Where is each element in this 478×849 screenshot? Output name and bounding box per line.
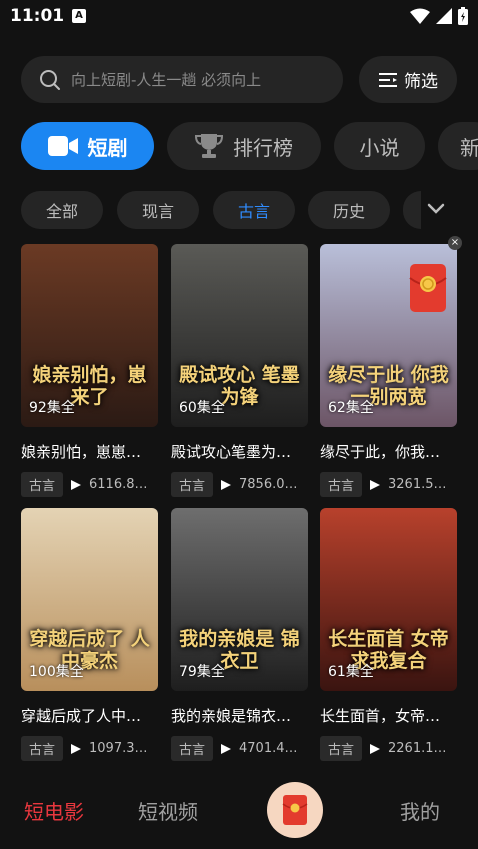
genre-chip-ancient[interactable]: 古言 (213, 191, 295, 229)
red-envelope-icon (282, 795, 308, 825)
tab-novel[interactable]: 小说 (334, 122, 425, 170)
drama-title[interactable]: 殿试攻心笔墨为… (171, 441, 308, 462)
nav-short-video[interactable]: 短视频 (138, 796, 198, 825)
drama-title[interactable]: 缘尽于此，你我… (320, 441, 457, 462)
ad-close-icon[interactable]: × (448, 236, 462, 250)
drama-poster[interactable]: 穿越后成了 人中豪杰 100集全 (21, 508, 158, 691)
view-count: 6116.8… (89, 477, 148, 492)
drama-poster[interactable]: 我的亲娘是 锦衣卫 79集全 (171, 508, 308, 691)
drama-card[interactable]: 穿越后成了 人中豪杰 100集全 穿越后成了人中… 古言 1097.3… (21, 508, 158, 761)
nav-mine[interactable]: 我的 (400, 796, 440, 825)
play-icon (221, 743, 232, 754)
drama-title[interactable]: 长生面首，女帝… (320, 705, 457, 726)
status-time: 11:01 (10, 6, 65, 26)
drama-title[interactable]: 我的亲娘是锦衣… (171, 705, 308, 726)
drama-meta: 古言 3261.5… (320, 472, 457, 497)
tab-label: 小说 (359, 135, 400, 160)
drama-meta: 古言 2261.1… (320, 736, 457, 761)
drama-meta: 古言 1097.3… (21, 736, 158, 761)
chevron-down-icon[interactable] (427, 203, 445, 215)
nav-red-envelope-button[interactable] (267, 782, 323, 838)
status-bar: 11:01 A (0, 0, 478, 34)
view-count: 7856.0… (239, 477, 298, 492)
filter-label: 筛选 (404, 72, 438, 92)
genre-tag: 古言 (21, 472, 64, 497)
episode-badge: 61集全 (328, 664, 374, 680)
genre-chip-all[interactable]: 全部 (21, 191, 103, 229)
battery-icon (458, 7, 468, 25)
trophy-icon (195, 134, 223, 158)
tab-label: 排行榜 (233, 135, 293, 160)
genre-chip-partial[interactable] (403, 191, 421, 229)
play-icon (370, 743, 381, 754)
view-count: 4701.4… (239, 741, 298, 756)
drama-card[interactable]: 我的亲娘是 锦衣卫 79集全 我的亲娘是锦衣… 古言 4701.4… (171, 508, 308, 761)
search-placeholder: 向上短剧-人生一趟 必须向上 (71, 71, 262, 89)
play-icon (221, 479, 232, 490)
red-envelope-ad-icon[interactable] (408, 262, 448, 314)
tab-short-drama[interactable]: 短剧 (21, 122, 154, 170)
genre-tag: 古言 (320, 736, 363, 761)
drama-card[interactable]: 殿试攻心 笔墨为锋 60集全 殿试攻心笔墨为… 古言 7856.0… (171, 244, 308, 497)
view-count: 3261.5… (388, 477, 447, 492)
search-icon (40, 69, 60, 90)
tab-new[interactable]: 新 (438, 122, 478, 170)
episode-badge: 62集全 (328, 400, 374, 416)
drama-title[interactable]: 穿越后成了人中… (21, 705, 158, 726)
filter-button[interactable]: 筛选 (359, 56, 457, 103)
episode-badge: 60集全 (179, 400, 225, 416)
genre-tag: 古言 (21, 736, 64, 761)
tab-label: 新 (460, 135, 478, 160)
wifi-icon (410, 8, 430, 24)
notification-a-icon: A (72, 9, 86, 23)
view-count: 1097.3… (89, 741, 148, 756)
genre-chip-history[interactable]: 历史 (308, 191, 390, 229)
drama-poster[interactable]: 娘亲别怕，崽来了 92集全 (21, 244, 158, 427)
search-bar[interactable]: 向上短剧-人生一趟 必须向上 (21, 56, 343, 103)
drama-meta: 古言 7856.0… (171, 472, 308, 497)
genre-tag: 古言 (171, 736, 214, 761)
view-count: 2261.1… (388, 741, 447, 756)
genre-label: 古言 (237, 202, 270, 221)
nav-short-film[interactable]: 短电影 (24, 796, 84, 825)
filter-icon (379, 72, 397, 87)
video-camera-icon (47, 136, 78, 156)
genre-label: 历史 (332, 202, 365, 221)
tab-label: 短剧 (87, 135, 128, 160)
genre-label: 全部 (45, 202, 78, 221)
signal-icon (436, 8, 452, 24)
drama-title[interactable]: 娘亲别怕，崽崽… (21, 441, 158, 462)
play-icon (71, 479, 82, 490)
bottom-nav: 短电影 短视频 我的 (0, 770, 478, 849)
play-icon (71, 743, 82, 754)
play-icon (370, 479, 381, 490)
drama-card[interactable]: 长生面首 女帝求我复合 61集全 长生面首，女帝… 古言 2261.1… (320, 508, 457, 761)
genre-tag: 古言 (320, 472, 363, 497)
drama-card[interactable]: 娘亲别怕，崽来了 92集全 娘亲别怕，崽崽… 古言 6116.8… (21, 244, 158, 497)
drama-meta: 古言 4701.4… (171, 736, 308, 761)
drama-poster[interactable]: 殿试攻心 笔墨为锋 60集全 (171, 244, 308, 427)
drama-meta: 古言 6116.8… (21, 472, 158, 497)
genre-label: 现言 (141, 202, 174, 221)
genre-chip-modern[interactable]: 现言 (117, 191, 199, 229)
drama-poster[interactable]: 长生面首 女帝求我复合 61集全 (320, 508, 457, 691)
tab-ranking[interactable]: 排行榜 (167, 122, 321, 170)
genre-tag: 古言 (171, 472, 214, 497)
episode-badge: 92集全 (29, 400, 75, 416)
episode-badge: 79集全 (179, 664, 225, 680)
episode-badge: 100集全 (29, 664, 84, 680)
status-icons (410, 7, 468, 25)
